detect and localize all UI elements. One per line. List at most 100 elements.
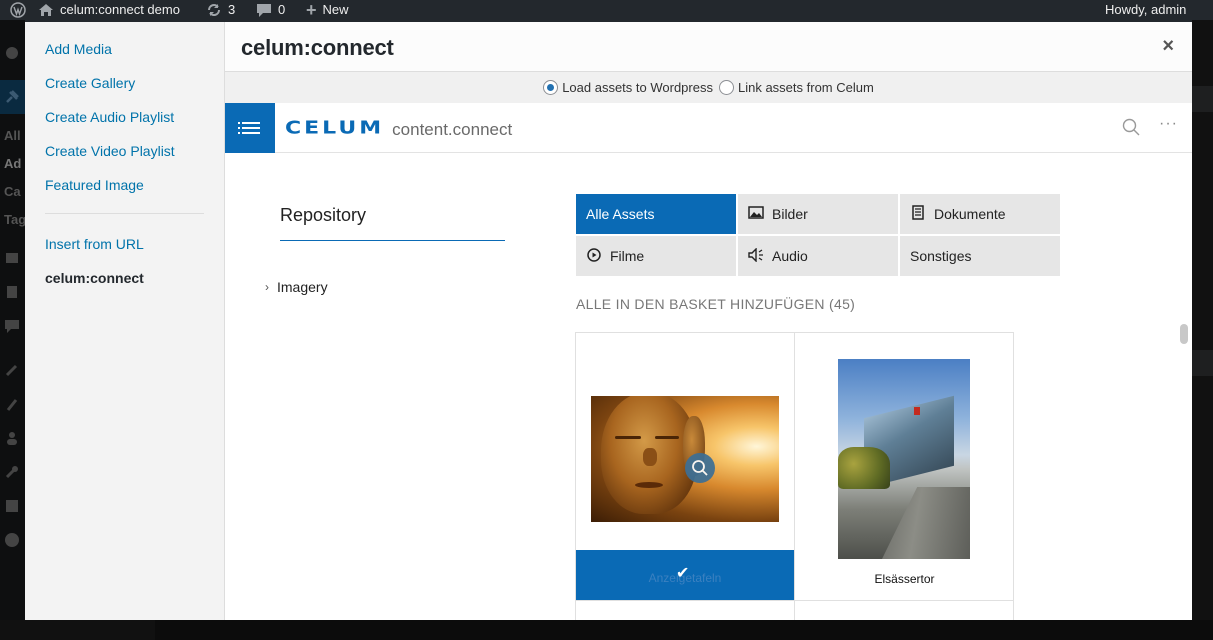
users-icon[interactable] [4,430,22,449]
tab-alle-assets[interactable]: Alle Assets [576,194,736,234]
play-circle-icon [586,247,602,265]
speaker-icon [748,246,764,265]
asset-card[interactable] [576,600,795,620]
settings-icon[interactable] [4,498,22,517]
updates-link[interactable]: 3 [206,0,235,20]
pages-icon[interactable] [4,284,22,303]
pin-icon [6,90,19,103]
comments-count: 0 [278,2,286,17]
wordpress-logo-icon[interactable] [10,0,26,20]
add-all-to-basket-link[interactable]: ALLE IN DEN BASKET HINZUFÜGEN (45) [576,296,855,312]
account-menu[interactable]: Howdy, admin [1105,0,1186,20]
add-media-link[interactable]: Add Media [45,40,112,58]
tab-bilder[interactable]: Bilder [738,194,898,234]
menu-separator [45,213,204,214]
wp-admin-menu: All Ad Ca Tag [0,20,26,640]
new-label: New [322,2,349,17]
asset-name: Elsässertor [874,572,935,586]
comments-link[interactable]: 0 [256,0,285,20]
tab-label: Sonstiges [910,248,972,264]
celum-content: Repository › Imagery Alle Assets Bilder … [225,153,1192,620]
insert-from-url-link[interactable]: Insert from URL [45,235,144,253]
asset-thumbnail[interactable] [838,359,970,559]
asset-grid: Anzeigetafeln ✔ Elsässertor [575,332,1014,620]
chevron-right-icon[interactable]: › [265,280,269,294]
tools-icon[interactable] [4,464,22,483]
greeting: Howdy, admin [1105,2,1187,17]
create-gallery-link[interactable]: Create Gallery [45,74,135,92]
menu-toggle-button[interactable] [225,103,275,153]
media-frame-title: celum:connect × [225,22,1192,72]
link-assets-label: Link assets from Celum [737,80,874,95]
asset-card[interactable] [795,600,1014,620]
collapse-menu-icon[interactable] [4,532,22,551]
plugins-icon[interactable] [4,396,22,415]
page-background-bottom-left [0,620,155,640]
magnifier-icon [692,460,708,476]
asset-card[interactable]: Elsässertor [795,333,1014,600]
comment-icon [257,3,271,17]
load-mode-options: Load assets to Wordpress Link assets fro… [225,72,1192,103]
media-modal: Add Media Create Gallery Create Audio Pl… [25,22,1192,620]
tab-filme[interactable]: Filme [576,236,736,276]
tab-dokumente[interactable]: Dokumente [900,194,1060,234]
tab-label: Bilder [772,206,808,222]
image-icon [748,206,764,222]
repository-underline [280,240,505,241]
search-icon[interactable] [1122,118,1140,136]
categories-fragment[interactable]: Ca [4,184,22,199]
document-icon [910,205,926,223]
tab-label: Audio [772,248,808,264]
tree-item-imagery[interactable]: › Imagery [265,279,328,295]
product-name: content.connect [392,120,513,139]
celum-brand: CELUM content.connect [285,116,512,141]
load-assets-option[interactable]: Load assets to Wordpress [543,80,713,95]
asset-selected-overlay[interactable]: Anzeigetafeln ✔ [576,550,794,600]
modal-title: celum:connect [241,35,394,60]
plus-icon: + [306,0,317,20]
updates-count: 3 [228,2,236,17]
create-video-playlist-link[interactable]: Create Video Playlist [45,142,175,160]
wp-admin-bar: celum:connect demo 3 0 + New Howdy, admi… [0,0,1213,20]
asset-type-tabs: Alle Assets Bilder Dokumente Filme Audio… [576,194,1060,276]
comments-menu-icon[interactable] [4,318,22,337]
celum-header: CELUM content.connect ··· [225,103,1192,153]
page-background-right [1192,20,1213,620]
posts-menu-item[interactable] [0,80,25,114]
updates-icon [208,4,220,16]
tab-audio[interactable]: Audio [738,236,898,276]
add-new-fragment[interactable]: Ad [4,156,22,171]
appearance-icon[interactable] [4,362,22,381]
celum-logo: CELUM [285,118,385,139]
tree-item-label: Imagery [277,279,328,295]
tab-label: Dokumente [934,206,1006,222]
tab-sonstiges[interactable]: Sonstiges [900,236,1060,276]
site-name: celum:connect demo [60,2,180,17]
asset-thumbnail[interactable] [591,396,779,522]
featured-image-link[interactable]: Featured Image [45,176,144,194]
load-assets-label: Load assets to Wordpress [562,80,713,95]
link-assets-radio[interactable] [718,80,734,95]
close-button[interactable]: × [1162,36,1174,56]
page-background-bottom [155,620,1213,640]
tags-fragment[interactable]: Tag [4,212,26,227]
celum-connect-link[interactable]: celum:connect [45,269,144,287]
more-options-icon[interactable]: ··· [1159,115,1178,133]
site-name-link[interactable]: celum:connect demo [38,0,180,20]
content-scrollbar[interactable] [1180,324,1188,344]
checkmark-icon: ✔ [676,565,690,582]
home-icon [39,4,53,16]
media-icon[interactable] [4,250,22,269]
asset-card[interactable]: Anzeigetafeln ✔ [576,333,795,600]
dashboard-icon[interactable] [4,44,22,63]
create-audio-playlist-link[interactable]: Create Audio Playlist [45,108,174,126]
media-frame-menu: Add Media Create Gallery Create Audio Pl… [25,22,225,620]
repository-title: Repository [280,205,367,225]
load-assets-radio[interactable] [543,80,559,95]
all-posts-fragment[interactable]: All [4,128,22,143]
new-content-link[interactable]: + New [306,0,349,20]
tab-label: Alle Assets [586,206,655,222]
tab-label: Filme [610,248,645,264]
link-assets-option[interactable]: Link assets from Celum [718,80,874,95]
zoom-button[interactable] [685,453,715,483]
